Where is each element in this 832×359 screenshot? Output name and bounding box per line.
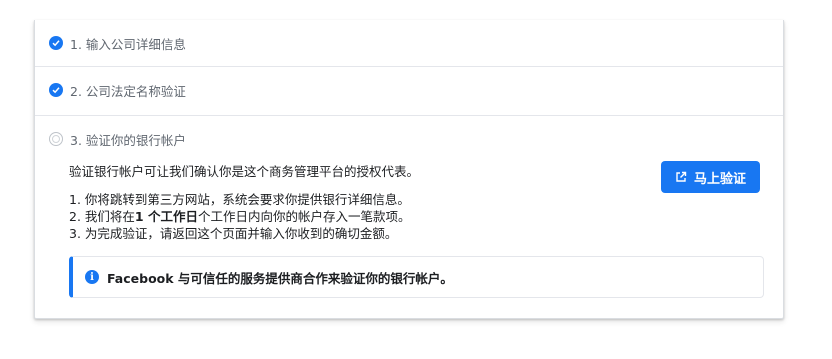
instruction-list: 1. 你将跳转到第三方网站，系统会要求你提供银行详细信息。 2. 我们将在1 个… bbox=[69, 191, 410, 242]
info-icon: i bbox=[85, 270, 99, 284]
notice-text: Facebook 与可信任的服务提供商合作来验证你的银行帐户。 bbox=[107, 270, 453, 286]
step-3-label: 3. 验证你的银行帐户 bbox=[70, 132, 186, 148]
highlight-text: 1 个工作日 bbox=[134, 209, 198, 224]
list-item: 2. 我们将在1 个工作日个工作日内向你的帐户存入一笔款项。 bbox=[69, 209, 411, 224]
checkmark-circle-icon bbox=[49, 83, 63, 97]
checkmark-circle-icon bbox=[49, 36, 63, 50]
step-1-label: 1. 输入公司详细信息 bbox=[70, 36, 186, 52]
info-notice: i Facebook 与可信任的服务提供商合作来验证你的银行帐户。 bbox=[69, 256, 764, 298]
step-2[interactable]: 2. 公司法定名称验证 bbox=[35, 80, 783, 100]
external-link-icon bbox=[675, 171, 687, 183]
verify-now-label: 马上验证 bbox=[693, 171, 746, 187]
verification-steps-card: 1. 输入公司详细信息 2. 公司法定名称验证 3. 验证你的银行帐户 验证银行… bbox=[34, 20, 784, 319]
step-3[interactable]: 3. 验证你的银行帐户 bbox=[35, 129, 783, 149]
divider bbox=[35, 66, 783, 67]
step-3-intro: 验证银行帐户可让我们确认你是这个商务管理平台的授权代表。 bbox=[69, 164, 420, 179]
empty-radio-icon bbox=[49, 132, 63, 146]
step-2-label: 2. 公司法定名称验证 bbox=[70, 83, 186, 99]
verify-now-button[interactable]: 马上验证 bbox=[661, 161, 760, 193]
divider bbox=[35, 115, 783, 116]
step-1[interactable]: 1. 输入公司详细信息 bbox=[35, 33, 783, 53]
list-item: 3. 为完成验证，请返回这个页面并输入你收到的确切金额。 bbox=[69, 226, 398, 241]
list-item: 1. 你将跳转到第三方网站，系统会要求你提供银行详细信息。 bbox=[69, 192, 410, 207]
